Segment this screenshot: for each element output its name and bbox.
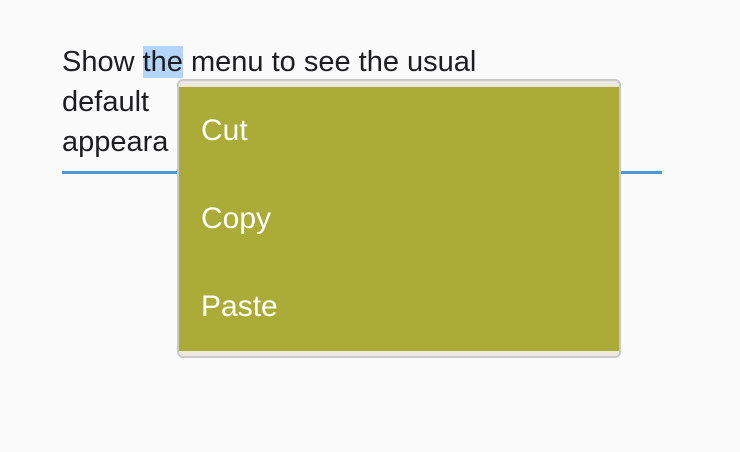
page: Show the menu to see the usual default a…	[0, 0, 740, 452]
text-line-1: Show the menu to see the usual	[62, 42, 562, 82]
menu-item-paste[interactable]: Paste	[179, 263, 619, 351]
menu-item-cut[interactable]: Cut	[179, 87, 619, 175]
context-menu: Cut Copy Paste	[177, 79, 621, 358]
menu-item-copy[interactable]: Copy	[179, 175, 619, 263]
text-before-selection: Show	[62, 46, 143, 78]
text-after-selection: menu to see the usual	[182, 46, 477, 78]
selected-text[interactable]: the	[142, 46, 183, 78]
context-menu-list: Cut Copy Paste	[179, 87, 619, 351]
